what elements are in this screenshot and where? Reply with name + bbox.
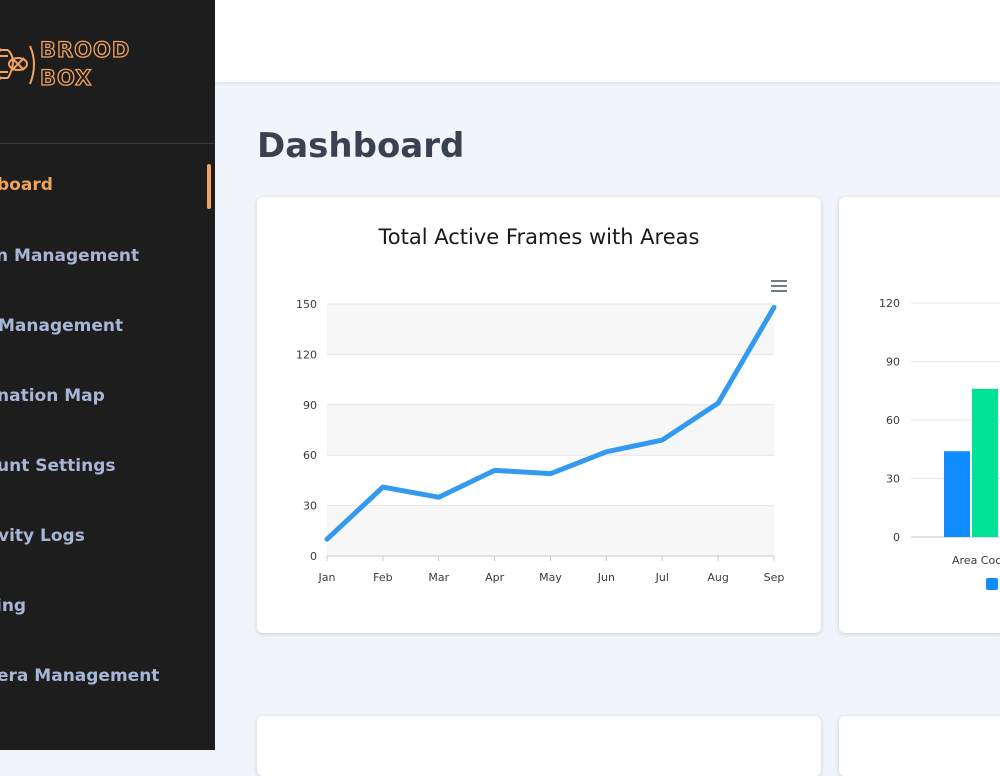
y-tick-label: 90 <box>303 399 317 412</box>
logo[interactable]: BROOD BOX <box>0 0 215 143</box>
x-tick-label: Apr <box>485 571 505 584</box>
bar-chart: 0 30 60 90 120 Area Coc <box>879 297 1000 590</box>
sidebar-item-activity-logs[interactable]: vity Logs <box>0 526 85 546</box>
y-tick-label: 120 <box>296 348 317 361</box>
bar <box>944 451 970 537</box>
logo-text-line2: BOX <box>39 65 93 90</box>
bar-chart-card: 0 30 60 90 120 Area Coc <box>839 197 1000 633</box>
y-tick-label: 60 <box>886 414 900 427</box>
legend-swatch <box>986 578 998 590</box>
sidebar-item-management-1[interactable]: n Management <box>0 246 139 266</box>
sidebar-item-dashboard[interactable]: board <box>0 175 53 195</box>
x-tick-label: Sep <box>764 571 785 584</box>
y-tick-label: 90 <box>886 356 900 369</box>
x-tick-label: Area Coc <box>952 554 1000 567</box>
sidebar: BROOD BOX board n Management Management … <box>0 0 215 750</box>
x-tick-label: Aug <box>707 571 728 584</box>
sidebar-item-management-2[interactable]: Management <box>0 316 123 336</box>
sidebar-item-camera-management[interactable]: era Management <box>0 666 159 686</box>
x-tick-label: Jan <box>318 571 336 584</box>
sidebar-item-map[interactable]: nation Map <box>0 386 105 406</box>
sidebar-item-billing[interactable]: ing <box>0 596 26 616</box>
y-tick-label: 60 <box>303 449 317 462</box>
x-tick-label: May <box>539 571 562 584</box>
x-tick-label: Jun <box>597 571 615 584</box>
y-tick-label: 120 <box>879 297 900 310</box>
y-tick-label: 0 <box>893 531 900 544</box>
bee-circuit-icon <box>0 45 35 85</box>
active-indicator <box>207 164 211 209</box>
y-tick-label: 30 <box>303 500 317 513</box>
top-bar <box>215 0 1000 83</box>
y-tick-label: 30 <box>886 473 900 486</box>
sidebar-item-account-settings[interactable]: unt Settings <box>0 456 116 476</box>
x-tick-label: Mar <box>428 571 449 584</box>
sidebar-divider <box>0 143 215 144</box>
x-tick-label: Feb <box>373 571 392 584</box>
y-tick-label: 0 <box>310 550 317 563</box>
bar <box>972 388 998 537</box>
chart-card-3 <box>257 716 821 776</box>
line-chart-card: Total Active Frames with Areas 0 30 60 90 12… <box>257 197 821 633</box>
logo-text-line1: BROOD <box>39 37 131 62</box>
page-title: Dashboard <box>257 126 465 166</box>
y-tick-label: 150 <box>296 298 317 311</box>
x-tick-label: Jul <box>655 571 669 584</box>
line-chart: 0 30 60 90 120 150 Jan Feb Mar Apr May Jun Jul Aug Se… <box>296 298 785 584</box>
grid-band <box>327 505 774 556</box>
chart-card-4 <box>839 716 1000 776</box>
grid-band <box>327 304 774 355</box>
